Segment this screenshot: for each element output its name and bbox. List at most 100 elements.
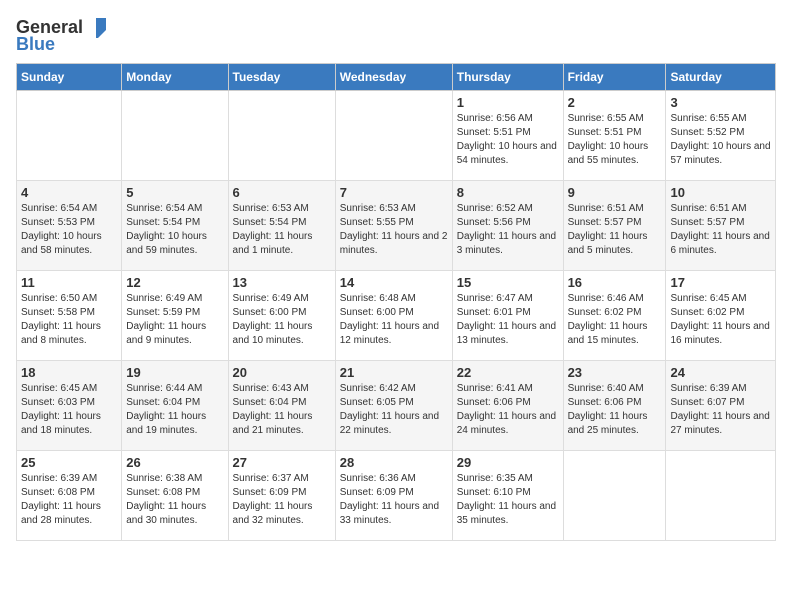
day-number: 5 [126,185,223,200]
day-info: Sunrise: 6:47 AM Sunset: 6:01 PM Dayligh… [457,292,559,348]
day-info: Sunrise: 6:56 AM Sunset: 5:51 PM Dayligh… [457,112,559,168]
day-number: 12 [126,275,223,290]
day-cell [17,91,122,181]
calendar-header-row: SundayMondayTuesdayWednesdayThursdayFrid… [17,64,776,91]
day-number: 15 [457,275,559,290]
day-info: Sunrise: 6:40 AM Sunset: 6:06 PM Dayligh… [568,382,662,438]
day-number: 26 [126,455,223,470]
day-info: Sunrise: 6:54 AM Sunset: 5:53 PM Dayligh… [21,202,117,258]
day-cell: 12 Sunrise: 6:49 AM Sunset: 5:59 PM Dayli… [122,271,228,361]
day-info: Sunrise: 6:45 AM Sunset: 6:03 PM Dayligh… [21,382,117,438]
day-number: 10 [670,185,771,200]
day-cell: 16 Sunrise: 6:46 AM Sunset: 6:02 PM Dayli… [563,271,666,361]
day-number: 16 [568,275,662,290]
day-info: Sunrise: 6:45 AM Sunset: 6:02 PM Dayligh… [670,292,771,348]
day-number: 23 [568,365,662,380]
day-cell: 18 Sunrise: 6:45 AM Sunset: 6:03 PM Dayli… [17,361,122,451]
day-cell: 17Sunrise: 6:45 AM Sunset: 6:02 PM Dayli… [666,271,776,361]
day-number: 20 [233,365,331,380]
day-info: Sunrise: 6:43 AM Sunset: 6:04 PM Dayligh… [233,382,331,438]
day-number: 14 [340,275,448,290]
day-info: Sunrise: 6:53 AM Sunset: 5:55 PM Dayligh… [340,202,448,258]
day-number: 9 [568,185,662,200]
header-tuesday: Tuesday [228,64,335,91]
day-info: Sunrise: 6:51 AM Sunset: 5:57 PM Dayligh… [568,202,662,258]
day-info: Sunrise: 6:39 AM Sunset: 6:07 PM Dayligh… [670,382,771,438]
day-cell: 28 Sunrise: 6:36 AM Sunset: 6:09 PM Dayli… [335,451,452,541]
logo: General Blue [16,16,107,55]
day-number: 8 [457,185,559,200]
calendar-table: SundayMondayTuesdayWednesdayThursdayFrid… [16,63,776,541]
day-cell: 6Sunrise: 6:53 AM Sunset: 5:54 PM Daylig… [228,181,335,271]
day-info: Sunrise: 6:39 AM Sunset: 6:08 PM Dayligh… [21,472,117,528]
day-cell: 3 Sunrise: 6:55 AM Sunset: 5:52 PM Daylig… [666,91,776,181]
day-info: Sunrise: 6:35 AM Sunset: 6:10 PM Dayligh… [457,472,559,528]
day-cell: 4 Sunrise: 6:54 AM Sunset: 5:53 PM Daylig… [17,181,122,271]
day-cell: 9 Sunrise: 6:51 AM Sunset: 5:57 PM Daylig… [563,181,666,271]
day-info: Sunrise: 6:51 AM Sunset: 5:57 PM Dayligh… [670,202,771,258]
day-cell: 21 Sunrise: 6:42 AM Sunset: 6:05 PM Dayli… [335,361,452,451]
day-cell: 15 Sunrise: 6:47 AM Sunset: 6:01 PM Dayli… [452,271,563,361]
day-number: 18 [21,365,117,380]
header-wednesday: Wednesday [335,64,452,91]
day-info: Sunrise: 6:42 AM Sunset: 6:05 PM Dayligh… [340,382,448,438]
day-cell [228,91,335,181]
day-info: Sunrise: 6:49 AM Sunset: 6:00 PM Dayligh… [233,292,331,348]
day-number: 28 [340,455,448,470]
day-number: 2 [568,95,662,110]
day-number: 4 [21,185,117,200]
day-info: Sunrise: 6:55 AM Sunset: 5:51 PM Dayligh… [568,112,662,168]
day-number: 3 [670,95,771,110]
day-cell: 1 Sunrise: 6:56 AM Sunset: 5:51 PM Daylig… [452,91,563,181]
day-cell: 23 Sunrise: 6:40 AM Sunset: 6:06 PM Dayli… [563,361,666,451]
day-cell: 14 Sunrise: 6:48 AM Sunset: 6:00 PM Dayli… [335,271,452,361]
day-cell [563,451,666,541]
day-info: Sunrise: 6:50 AM Sunset: 5:58 PM Dayligh… [21,292,117,348]
day-info: Sunrise: 6:53 AM Sunset: 5:54 PM Dayligh… [233,202,331,258]
day-info: Sunrise: 6:52 AM Sunset: 5:56 PM Dayligh… [457,202,559,258]
day-cell: 29 Sunrise: 6:35 AM Sunset: 6:10 PM Dayli… [452,451,563,541]
day-info: Sunrise: 6:49 AM Sunset: 5:59 PM Dayligh… [126,292,223,348]
day-info: Sunrise: 6:46 AM Sunset: 6:02 PM Dayligh… [568,292,662,348]
day-cell: 27 Sunrise: 6:37 AM Sunset: 6:09 PM Dayli… [228,451,335,541]
day-number: 29 [457,455,559,470]
week-row-3: 11Sunrise: 6:50 AM Sunset: 5:58 PM Dayli… [17,271,776,361]
day-cell: 2 Sunrise: 6:55 AM Sunset: 5:51 PM Daylig… [563,91,666,181]
day-cell [335,91,452,181]
day-cell: 25 Sunrise: 6:39 AM Sunset: 6:08 PM Dayli… [17,451,122,541]
day-cell: 24 Sunrise: 6:39 AM Sunset: 6:07 PM Dayli… [666,361,776,451]
day-cell: 7 Sunrise: 6:53 AM Sunset: 5:55 PM Daylig… [335,181,452,271]
day-cell: 22Sunrise: 6:41 AM Sunset: 6:06 PM Dayli… [452,361,563,451]
header-friday: Friday [563,64,666,91]
day-info: Sunrise: 6:54 AM Sunset: 5:54 PM Dayligh… [126,202,223,258]
day-number: 1 [457,95,559,110]
day-cell: 26 Sunrise: 6:38 AM Sunset: 6:08 PM Dayli… [122,451,228,541]
day-cell [122,91,228,181]
day-cell: 20 Sunrise: 6:43 AM Sunset: 6:04 PM Dayli… [228,361,335,451]
day-info: Sunrise: 6:48 AM Sunset: 6:00 PM Dayligh… [340,292,448,348]
day-info: Sunrise: 6:37 AM Sunset: 6:09 PM Dayligh… [233,472,331,528]
day-info: Sunrise: 6:36 AM Sunset: 6:09 PM Dayligh… [340,472,448,528]
day-number: 25 [21,455,117,470]
week-row-1: 1 Sunrise: 6:56 AM Sunset: 5:51 PM Daylig… [17,91,776,181]
header-monday: Monday [122,64,228,91]
header-saturday: Saturday [666,64,776,91]
day-cell: 5 Sunrise: 6:54 AM Sunset: 5:54 PM Daylig… [122,181,228,271]
day-number: 19 [126,365,223,380]
day-cell [666,451,776,541]
week-row-5: 25 Sunrise: 6:39 AM Sunset: 6:08 PM Dayli… [17,451,776,541]
day-number: 22 [457,365,559,380]
day-number: 21 [340,365,448,380]
day-cell: 19 Sunrise: 6:44 AM Sunset: 6:04 PM Dayli… [122,361,228,451]
day-number: 7 [340,185,448,200]
day-number: 27 [233,455,331,470]
week-row-4: 18 Sunrise: 6:45 AM Sunset: 6:03 PM Dayli… [17,361,776,451]
day-info: Sunrise: 6:44 AM Sunset: 6:04 PM Dayligh… [126,382,223,438]
day-cell: 10 Sunrise: 6:51 AM Sunset: 5:57 PM Dayli… [666,181,776,271]
logo-blue-text: Blue [16,34,55,55]
day-info: Sunrise: 6:38 AM Sunset: 6:08 PM Dayligh… [126,472,223,528]
week-row-2: 4 Sunrise: 6:54 AM Sunset: 5:53 PM Daylig… [17,181,776,271]
day-cell: 8 Sunrise: 6:52 AM Sunset: 5:56 PM Daylig… [452,181,563,271]
day-info: Sunrise: 6:55 AM Sunset: 5:52 PM Dayligh… [670,112,771,168]
day-number: 24 [670,365,771,380]
